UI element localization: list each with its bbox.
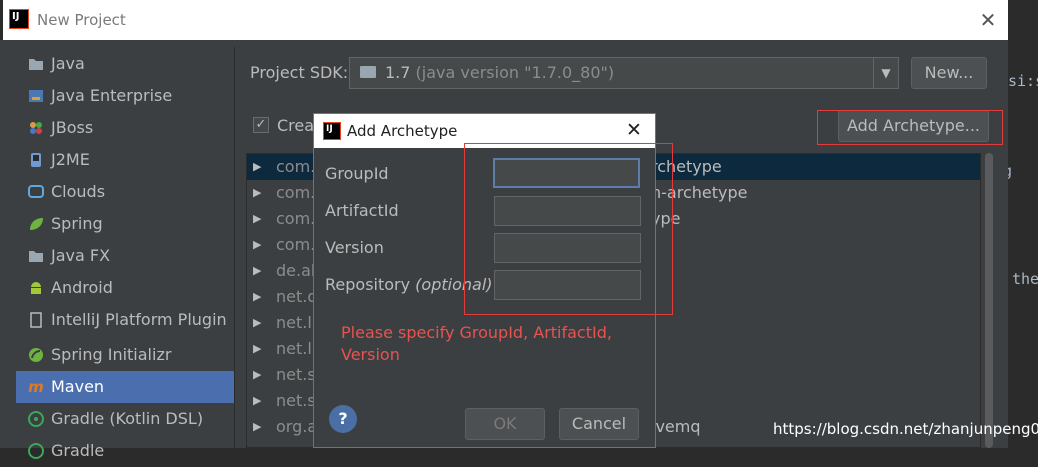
sdk-version: 1.7 <box>385 63 411 82</box>
j2me-icon <box>28 152 44 168</box>
sidebar-item-java[interactable]: Java <box>16 48 234 80</box>
android-icon <box>28 280 44 296</box>
modal-title: Add Archetype <box>347 122 458 140</box>
expand-arrow-icon[interactable]: ▶ <box>253 154 261 180</box>
expand-arrow-icon[interactable]: ▶ <box>253 414 261 440</box>
scrollbar-thumb[interactable] <box>985 153 993 448</box>
gradle-icon <box>28 443 44 459</box>
intellij-logo-icon: IJ <box>9 9 29 29</box>
sidebar-item-maven[interactable]: m Maven <box>16 371 234 403</box>
close-icon[interactable]: ✕ <box>624 119 644 143</box>
sidebar-item-java-enterprise[interactable]: Java Enterprise <box>16 80 234 112</box>
gradle-icon <box>28 411 44 427</box>
highlight-outline <box>817 110 1003 145</box>
sidebar-item-j2me[interactable]: J2ME <box>16 144 234 176</box>
clouds-icon <box>28 184 44 200</box>
create-from-archetype-checkbox[interactable]: ✓ <box>253 117 269 133</box>
expand-arrow-icon[interactable]: ▶ <box>253 336 261 362</box>
dialog-left-edge <box>0 40 16 448</box>
watermark-text: https://blog.csdn.net/zhanjunpeng01 <box>773 420 1038 438</box>
expand-arrow-icon[interactable]: ▶ <box>253 310 261 336</box>
maven-icon: m <box>28 378 44 396</box>
validation-error: Please specify GroupId, ArtifactId, Vers… <box>341 323 612 364</box>
sidebar-item-jboss[interactable]: JBoss <box>16 112 234 144</box>
spring-leaf-icon <box>28 216 44 232</box>
expand-arrow-icon[interactable]: ▶ <box>253 258 261 284</box>
version-label: Version <box>325 238 384 257</box>
artifactid-label: ArtifactId <box>325 201 399 220</box>
folder-icon <box>28 248 44 264</box>
window-title: New Project <box>37 11 126 29</box>
sidebar-item-gradle[interactable]: Gradle <box>16 435 234 467</box>
java-enterprise-icon <box>28 88 44 104</box>
expand-arrow-icon[interactable]: ▶ <box>253 284 261 310</box>
intellij-logo-icon: IJ <box>323 122 341 140</box>
sdk-version-hint: (java version "1.7.0_80") <box>415 63 615 82</box>
chevron-down-icon[interactable]: ▼ <box>873 58 898 88</box>
folder-icon <box>28 56 44 72</box>
sdk-folder-icon <box>360 66 376 78</box>
cancel-button[interactable]: Cancel <box>559 408 639 440</box>
expand-arrow-icon[interactable]: ▶ <box>253 180 261 206</box>
project-type-sidebar: Java Java Enterprise JBoss J2ME Clouds S… <box>16 47 235 460</box>
expand-arrow-icon[interactable]: ▶ <box>253 206 261 232</box>
plugin-icon <box>28 312 44 328</box>
sidebar-item-spring-initializr[interactable]: Spring Initializr <box>16 339 234 371</box>
ide-code-fragment: si:s <box>1008 72 1038 90</box>
jboss-icon <box>28 120 44 136</box>
ok-button[interactable]: OK <box>465 408 545 440</box>
expand-arrow-icon[interactable]: ▶ <box>253 388 261 414</box>
sidebar-item-spring[interactable]: Spring <box>16 208 234 240</box>
project-sdk-select[interactable]: 1.7 (java version "1.7.0_80") ▼ <box>349 57 899 89</box>
ide-background <box>1008 0 1038 448</box>
sidebar-item-android[interactable]: Android <box>16 272 234 304</box>
expand-arrow-icon[interactable]: ▶ <box>253 362 261 388</box>
sidebar-item-intellij-platform-plugin[interactable]: IntelliJ Platform Plugin <box>16 304 234 336</box>
ide-code-fragment: the <box>1012 270 1038 288</box>
new-sdk-button[interactable]: New... <box>911 57 987 89</box>
expand-arrow-icon[interactable]: ▶ <box>253 232 261 258</box>
close-icon[interactable]: ✕ <box>978 8 998 32</box>
sidebar-item-clouds[interactable]: Clouds <box>16 176 234 208</box>
spring-initializr-icon <box>28 347 44 363</box>
groupid-label: GroupId <box>325 164 389 183</box>
title-bar <box>3 0 1008 40</box>
sidebar-item-java-fx[interactable]: Java FX <box>16 240 234 272</box>
project-sdk-label: Project SDK: <box>250 63 349 82</box>
help-icon[interactable]: ? <box>329 405 357 433</box>
sidebar-item-gradle-kotlin-dsl[interactable]: Gradle (Kotlin DSL) <box>16 403 234 435</box>
highlight-outline <box>464 143 673 315</box>
create-from-archetype-label: Crea <box>277 116 315 135</box>
